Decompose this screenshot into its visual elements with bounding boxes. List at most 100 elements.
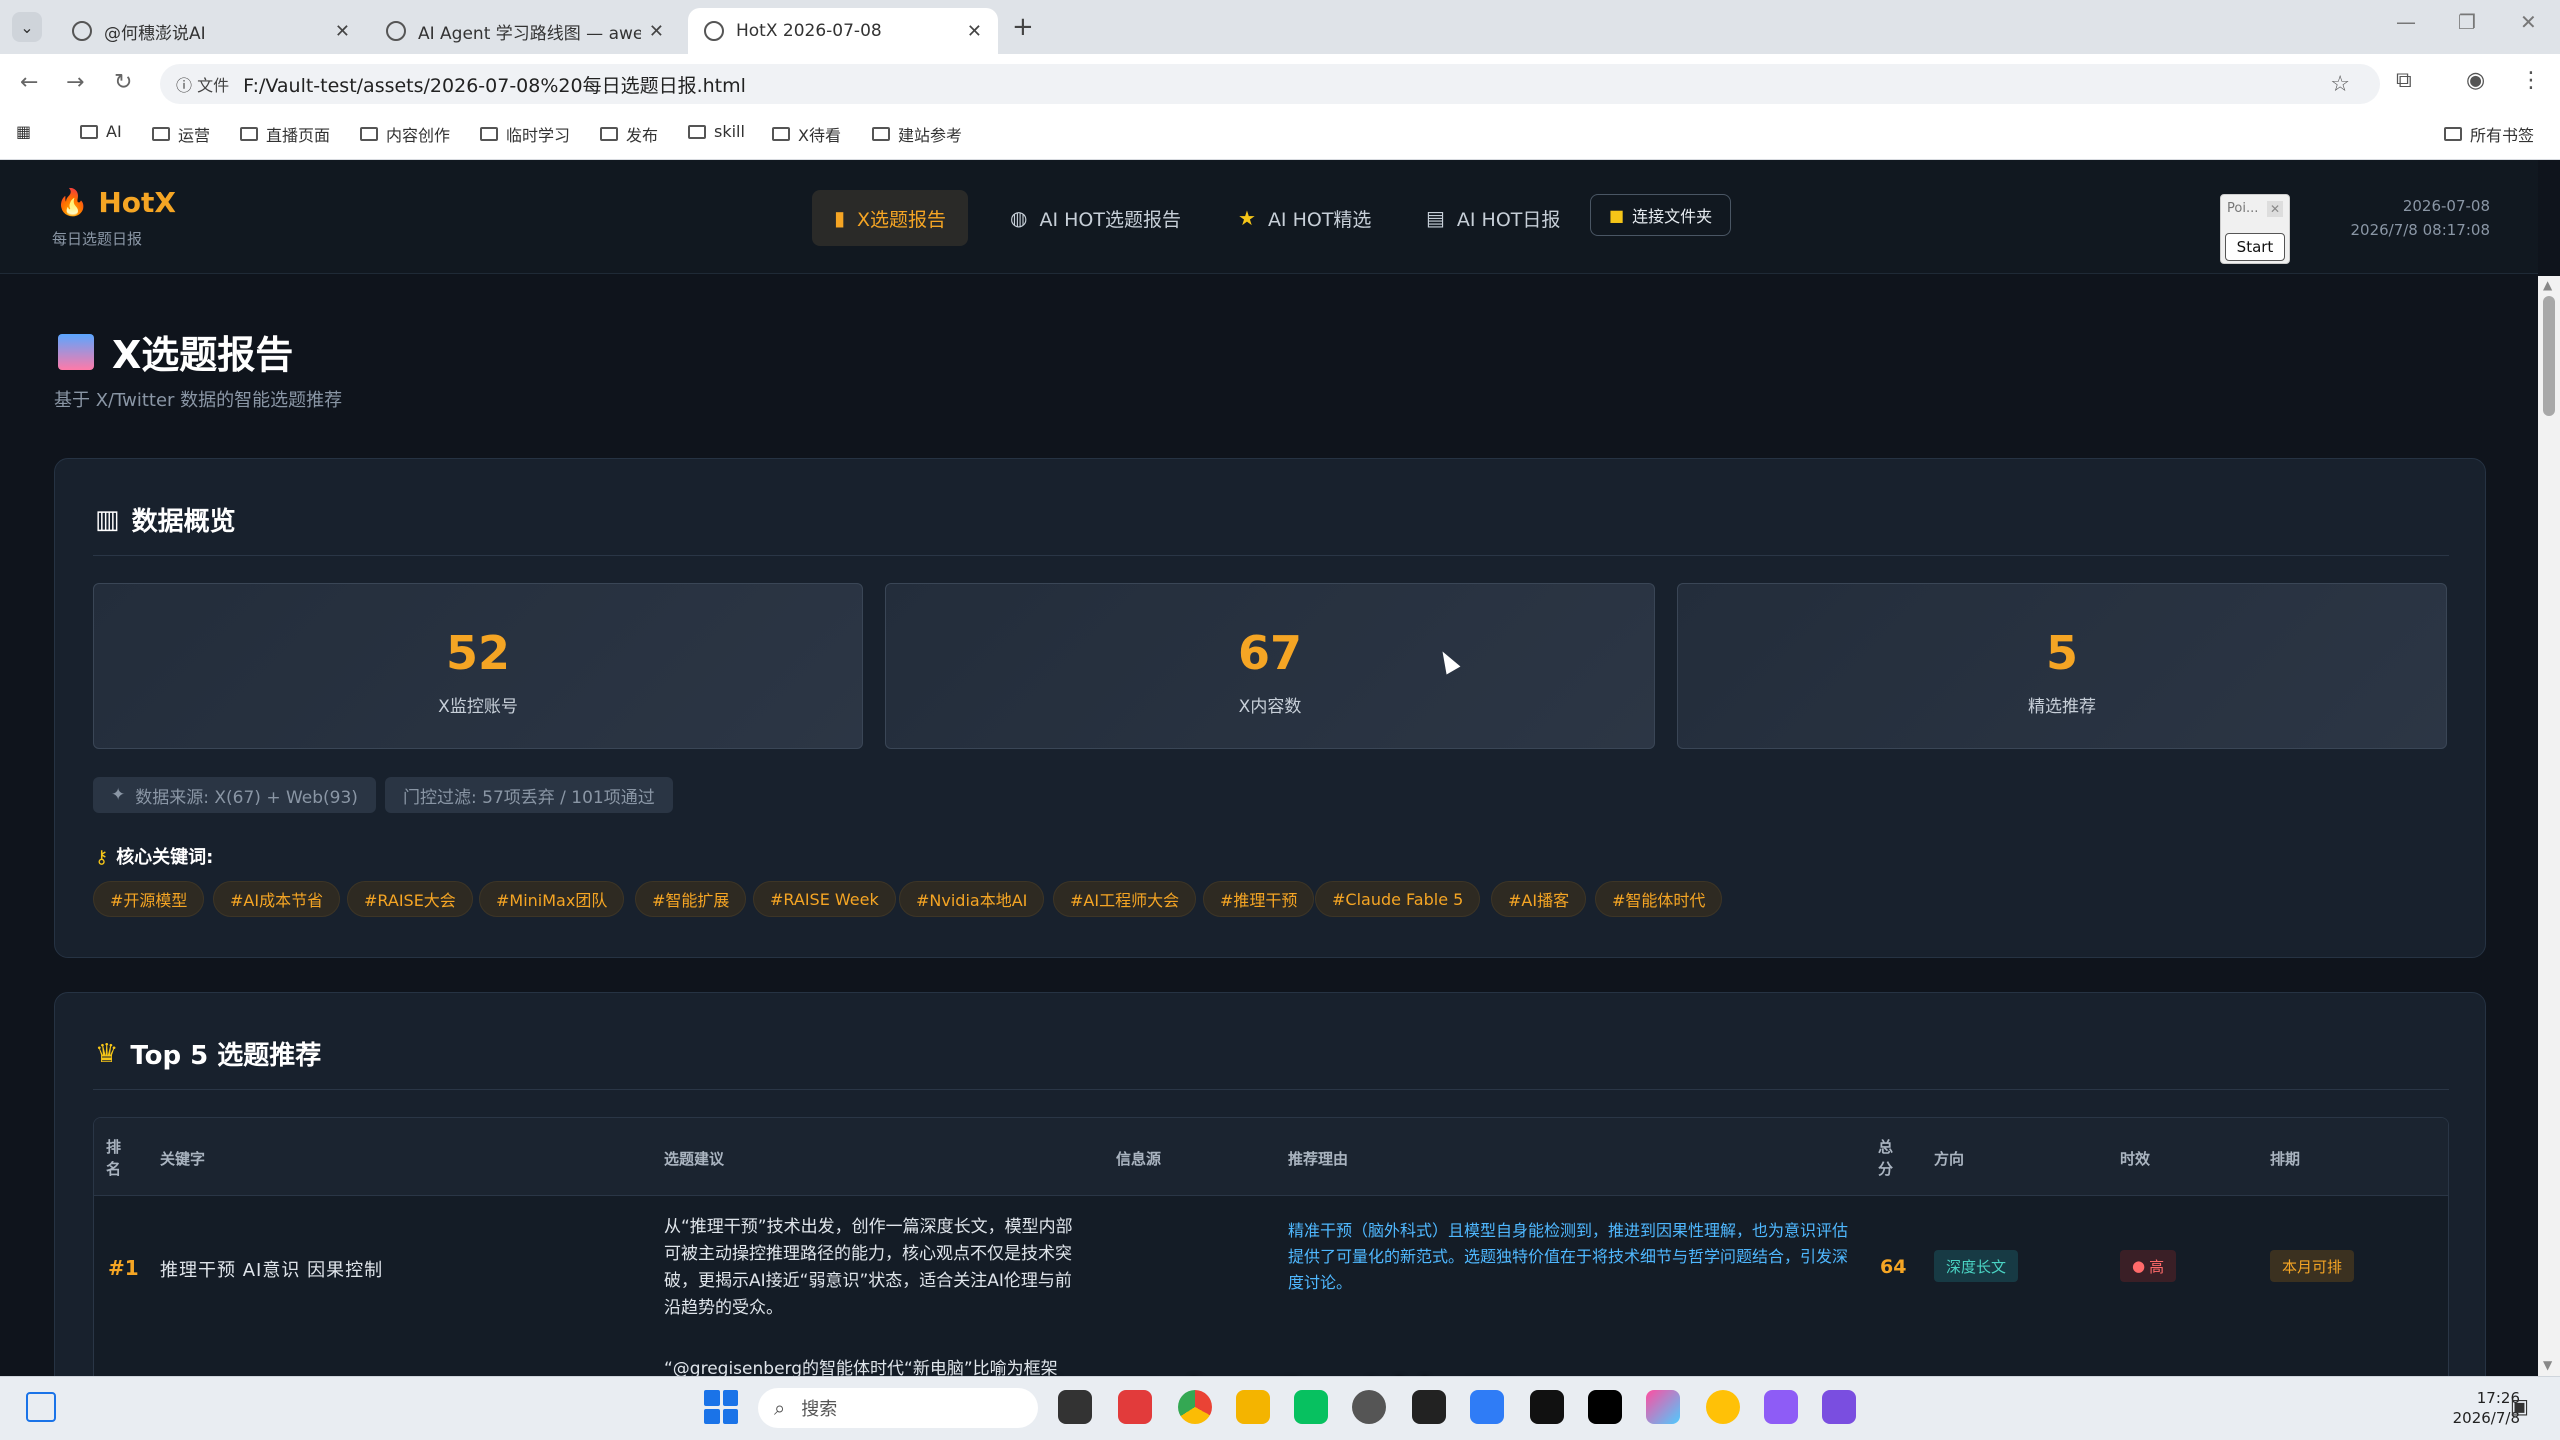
widget-close-icon[interactable]: ✕: [2267, 201, 2283, 217]
back-icon[interactable]: ←: [20, 70, 38, 95]
task-view-icon[interactable]: [1058, 1390, 1092, 1424]
wechat-icon[interactable]: [1294, 1390, 1328, 1424]
keyword-tag[interactable]: #MiniMax团队: [479, 881, 625, 917]
editor-icon[interactable]: [1588, 1390, 1622, 1424]
scrollbar-thumb[interactable]: [2543, 296, 2555, 416]
keyword-tag[interactable]: #AI工程师大会: [1053, 881, 1197, 917]
keyword-tag[interactable]: #Claude Fable 5: [1315, 881, 1481, 917]
nav-ai-hot-picks[interactable]: ★ AI HOT精选: [1216, 190, 1393, 246]
app-logo[interactable]: 🔥 HotX: [56, 186, 176, 219]
widget-start-button[interactable]: Start: [2225, 233, 2285, 261]
keyword-tag[interactable]: #智能体时代: [1595, 881, 1723, 917]
browser-tab-active[interactable]: HotX 2026-07-08 ✕: [688, 8, 998, 54]
widgets-icon[interactable]: [26, 1392, 56, 1422]
timeliness-badge: ● 高: [2120, 1250, 2177, 1282]
bar-chart-icon: ▥: [95, 504, 120, 535]
wps-icon[interactable]: [1118, 1390, 1152, 1424]
close-tab-icon[interactable]: ✕: [335, 21, 350, 42]
keyword-tag[interactable]: #RAISE Week: [753, 881, 896, 917]
windows-start-icon[interactable]: [704, 1390, 738, 1424]
bookmark-folder[interactable]: 直播页面: [240, 122, 330, 146]
connect-folder-button[interactable]: ■ 连接文件夹: [1590, 194, 1732, 236]
tab-search-button[interactable]: ⌄: [12, 12, 42, 42]
keyword-tag[interactable]: #开源模型: [93, 881, 205, 917]
column-header-rank[interactable]: 排名: [106, 1136, 126, 1180]
page-scrollbar[interactable]: [2538, 276, 2560, 1376]
nav-x-report[interactable]: ▮ X选题报告: [812, 190, 969, 246]
column-header-source[interactable]: 信息源: [1116, 1148, 1161, 1169]
keyword-tag[interactable]: #RAISE大会: [347, 881, 473, 917]
column-header-direction[interactable]: 方向: [1934, 1148, 1964, 1169]
taskbar-search[interactable]: ⌕ 搜索: [758, 1388, 1038, 1428]
obsidian-icon[interactable]: [1764, 1390, 1798, 1424]
profile-avatar[interactable]: ◉: [2466, 68, 2485, 93]
nav-label: X选题报告: [857, 208, 947, 231]
bookmark-label: AI: [106, 122, 122, 141]
overview-heading: ▥ 数据概览: [95, 501, 236, 538]
column-header-reason[interactable]: 推荐理由: [1288, 1148, 1348, 1169]
scroll-up-icon[interactable]: ▲: [2543, 278, 2552, 292]
stat-value: 67: [1237, 626, 1302, 680]
keyword-tag[interactable]: #智能扩展: [635, 881, 747, 917]
browser-app-icon[interactable]: [1706, 1390, 1740, 1424]
keyword-cell: 推理干预 AI意识 因果控制: [160, 1260, 384, 1281]
camera-app-icon[interactable]: [1530, 1390, 1564, 1424]
file-explorer-icon[interactable]: [1236, 1390, 1270, 1424]
chrome-icon[interactable]: [1178, 1390, 1212, 1424]
keyword-tag[interactable]: #Nvidia本地AI: [899, 881, 1045, 917]
column-header-score[interactable]: 总分: [1878, 1136, 1898, 1180]
column-header-suggestion[interactable]: 选题建议: [664, 1148, 724, 1169]
column-header-timeliness[interactable]: 时效: [2120, 1148, 2150, 1169]
suggestion-cell: 从“推理干预”技术出发，创作一篇深度长文，模型内部可被主动操控推理路径的能力，核…: [664, 1217, 1073, 1318]
column-header-schedule[interactable]: 排期: [2270, 1148, 2300, 1169]
bookmark-folder[interactable]: 内容创作: [360, 122, 450, 146]
extensions-icon[interactable]: ⧉: [2396, 68, 2412, 93]
bookmark-folder[interactable]: skill: [688, 122, 745, 141]
top5-panel: ♛ Top 5 选题推荐 排名 关键字 选题建议 信息源 推荐理由 总分 方向 时…: [54, 992, 2486, 1376]
bookmark-star-icon[interactable]: ☆: [2330, 72, 2350, 97]
new-tab-button[interactable]: +: [1012, 12, 1034, 42]
menu-kebab-icon[interactable]: ⋮: [2520, 68, 2542, 93]
mail-icon[interactable]: [1470, 1390, 1504, 1424]
tab-title: HotX 2026-07-08: [736, 21, 882, 41]
bookmark-folder[interactable]: 运营: [152, 122, 210, 146]
direction-badge: 深度长文: [1934, 1250, 2019, 1282]
close-window-icon[interactable]: ✕: [2520, 10, 2537, 34]
all-bookmarks[interactable]: 所有书签: [2444, 122, 2534, 146]
bookmark-folder[interactable]: 临时学习: [480, 122, 570, 146]
bookmark-label: 发布: [626, 126, 659, 145]
nav-ai-hot-report[interactable]: ◍ AI HOT选题报告: [988, 190, 1203, 246]
keyword-tag[interactable]: #AI成本节省: [213, 881, 341, 917]
obsidian-icon[interactable]: [1822, 1390, 1856, 1424]
bookmark-folder[interactable]: 建站参考: [872, 122, 962, 146]
restore-icon[interactable]: ❐: [2458, 10, 2476, 34]
close-tab-icon[interactable]: ✕: [649, 21, 664, 42]
design-app-icon[interactable]: [1646, 1390, 1680, 1424]
forward-icon[interactable]: →: [66, 70, 84, 95]
column-header-keyword[interactable]: 关键字: [160, 1148, 205, 1169]
taskbar: [0, 1376, 2560, 1440]
address-bar[interactable]: ⓘ 文件 F:/Vault-test/assets/2026-07-08%20每…: [160, 64, 2380, 104]
terminal-icon[interactable]: [1412, 1390, 1446, 1424]
star-icon: ★: [1238, 206, 1256, 230]
browser-tab[interactable]: @何穗澎说AI ✕: [56, 8, 366, 54]
apps-grid-icon[interactable]: ▦: [16, 122, 31, 141]
widget-title: Poi...: [2227, 201, 2259, 216]
scroll-down-icon[interactable]: ▼: [2543, 1358, 2552, 1372]
bookmark-folder[interactable]: 发布: [600, 122, 658, 146]
keyword-tag[interactable]: #AI播客: [1491, 881, 1587, 917]
close-tab-icon[interactable]: ✕: [967, 21, 982, 42]
bookmark-folder[interactable]: X待看: [772, 122, 841, 146]
bookmark-folder[interactable]: AI: [80, 122, 122, 141]
nav-ai-hot-daily[interactable]: ▤ AI HOT日报: [1404, 190, 1582, 246]
keywords-label-text: 核心关键词:: [116, 847, 214, 868]
site-info-chip[interactable]: ⓘ 文件: [176, 72, 229, 96]
app-avatar-icon[interactable]: [1352, 1390, 1386, 1424]
browser-tab[interactable]: AI Agent 学习路线图 — awes ✕: [370, 8, 680, 54]
tab-title: @何穗澎说AI: [104, 23, 206, 44]
minimize-icon[interactable]: —: [2396, 10, 2416, 34]
schedule-badge: 本月可排: [2270, 1250, 2355, 1282]
keyword-tag[interactable]: #推理干预: [1203, 881, 1315, 917]
notification-icon[interactable]: ▣: [2510, 1394, 2529, 1418]
reload-icon[interactable]: ↻: [114, 70, 132, 95]
